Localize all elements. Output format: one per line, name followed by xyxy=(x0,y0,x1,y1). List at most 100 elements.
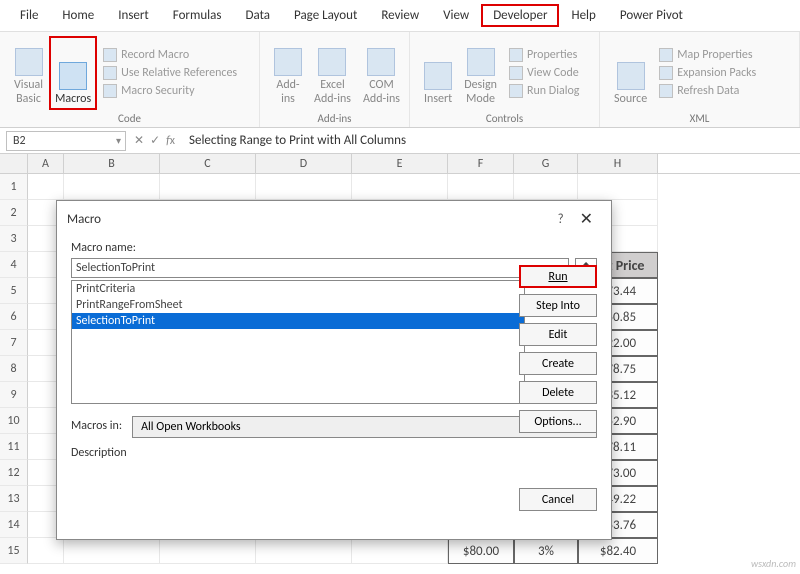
row-10[interactable]: 10 xyxy=(0,408,28,434)
macros-in-label: Macros in: xyxy=(71,419,122,433)
help-icon[interactable]: ? xyxy=(550,212,572,227)
refresh-data-button[interactable]: Refresh Data xyxy=(659,84,756,98)
cancel-button[interactable]: Cancel xyxy=(519,488,597,511)
macro-item-PrintCriteria[interactable]: PrintCriteria xyxy=(72,281,524,297)
group-label-xml: XML xyxy=(608,110,791,125)
row-14[interactable]: 14 xyxy=(0,512,28,538)
watermark: wsxdn.com xyxy=(751,557,796,570)
macro-name-input[interactable]: SelectionToPrint xyxy=(71,258,569,278)
relative-references-button[interactable]: Use Relative References xyxy=(103,66,237,80)
row-5[interactable]: 5 xyxy=(0,278,28,304)
cell-B15[interactable] xyxy=(64,538,160,564)
formula-controls: ✕ ✓ fx xyxy=(126,133,183,148)
enter-icon[interactable]: ✓ xyxy=(150,133,160,148)
row-13[interactable]: 13 xyxy=(0,486,28,512)
expansion-packs-button[interactable]: Expansion Packs xyxy=(659,66,756,80)
col-D[interactable]: D xyxy=(256,154,352,173)
row-6[interactable]: 6 xyxy=(0,304,28,330)
cell-F1[interactable] xyxy=(448,174,514,200)
select-all-corner[interactable] xyxy=(0,154,28,173)
col-A[interactable]: A xyxy=(28,154,64,173)
visual-basic-button[interactable]: Visual Basic xyxy=(8,36,49,110)
col-G[interactable]: G xyxy=(514,154,578,173)
row-8[interactable]: 8 xyxy=(0,356,28,382)
row-11[interactable]: 11 xyxy=(0,434,28,460)
xml-small-list: Map Properties Expansion Packs Refresh D… xyxy=(653,36,756,110)
cell-E15[interactable] xyxy=(352,538,448,564)
macro-listbox[interactable]: PrintCriteriaPrintRangeFromSheetSelectio… xyxy=(71,280,525,404)
col-F[interactable]: F xyxy=(448,154,514,173)
cell-B1[interactable] xyxy=(64,174,160,200)
macro-dialog: Macro ? ✕ Macro name: SelectionToPrint ⬆… xyxy=(56,200,612,540)
macro-name-label: Macro name: xyxy=(71,241,597,255)
menu-insert[interactable]: Insert xyxy=(106,4,161,27)
cell-A15[interactable] xyxy=(28,538,64,564)
cell-G1[interactable] xyxy=(514,174,578,200)
source-button[interactable]: Source xyxy=(608,36,653,110)
col-E[interactable]: E xyxy=(352,154,448,173)
menu-page-layout[interactable]: Page Layout xyxy=(282,4,369,27)
record-macro-button[interactable]: Record Macro xyxy=(103,48,237,62)
cell-C1[interactable] xyxy=(160,174,256,200)
cell-H15[interactable]: $82.40 xyxy=(578,538,658,564)
menu-file[interactable]: File xyxy=(8,4,50,27)
com-addins-button[interactable]: COM Add-ins xyxy=(357,36,406,110)
close-icon[interactable]: ✕ xyxy=(572,209,601,229)
cell-A1[interactable] xyxy=(28,174,64,200)
menu-power-pivot[interactable]: Power Pivot xyxy=(608,4,695,27)
excel-addins-button[interactable]: Excel Add-ins xyxy=(308,36,357,110)
group-label-addins: Add-ins xyxy=(268,110,401,125)
cell-F15[interactable]: $80.00 xyxy=(448,538,514,564)
ribbon-group-addins: Add- ins Excel Add-ins COM Add-ins Add-i… xyxy=(260,32,410,127)
create-button[interactable]: Create xyxy=(519,352,597,375)
macro-item-PrintRangeFromSheet[interactable]: PrintRangeFromSheet xyxy=(72,297,524,313)
addins-button[interactable]: Add- ins xyxy=(268,36,308,110)
options-button[interactable]: Options... xyxy=(519,410,597,433)
properties-button[interactable]: Properties xyxy=(509,48,579,62)
row-15[interactable]: 15 xyxy=(0,538,28,564)
menu-developer[interactable]: Developer xyxy=(481,4,559,27)
col-C[interactable]: C xyxy=(160,154,256,173)
step-into-button[interactable]: Step Into xyxy=(519,294,597,317)
cell-D1[interactable] xyxy=(256,174,352,200)
row-12[interactable]: 12 xyxy=(0,460,28,486)
map-properties-button[interactable]: Map Properties xyxy=(659,48,756,62)
cell-D15[interactable] xyxy=(256,538,352,564)
run-dialog-button[interactable]: Run Dialog xyxy=(509,84,579,98)
cancel-icon[interactable]: ✕ xyxy=(134,133,144,148)
macros-button[interactable]: Macros xyxy=(49,36,97,110)
name-box[interactable]: B2 xyxy=(6,131,126,151)
menu-bar: FileHomeInsertFormulasDataPage LayoutRev… xyxy=(0,0,800,32)
menu-formulas[interactable]: Formulas xyxy=(161,4,234,27)
menu-view[interactable]: View xyxy=(431,4,481,27)
controls-small-list: Properties View Code Run Dialog xyxy=(503,36,579,110)
view-code-button[interactable]: View Code xyxy=(509,66,579,80)
cell-E1[interactable] xyxy=(352,174,448,200)
col-H[interactable]: H xyxy=(578,154,658,173)
cell-G15[interactable]: 3% xyxy=(514,538,578,564)
col-B[interactable]: B xyxy=(64,154,160,173)
menu-review[interactable]: Review xyxy=(369,4,431,27)
row-4[interactable]: 4 xyxy=(0,252,28,278)
menu-data[interactable]: Data xyxy=(233,4,282,27)
edit-button[interactable]: Edit xyxy=(519,323,597,346)
menu-help[interactable]: Help xyxy=(559,4,607,27)
row-2[interactable]: 2 xyxy=(0,200,28,226)
row-3[interactable]: 3 xyxy=(0,226,28,252)
cell-H1[interactable] xyxy=(578,174,658,200)
design-mode-button[interactable]: Design Mode xyxy=(458,36,503,110)
ribbon-group-xml: Source Map Properties Expansion Packs Re… xyxy=(600,32,800,127)
macro-security-button[interactable]: Macro Security xyxy=(103,84,237,98)
row-1[interactable]: 1 xyxy=(0,174,28,200)
row-7[interactable]: 7 xyxy=(0,330,28,356)
cell-C15[interactable] xyxy=(160,538,256,564)
fx-icon[interactable]: fx xyxy=(166,134,175,148)
macro-item-SelectionToPrint[interactable]: SelectionToPrint xyxy=(72,313,524,329)
formula-input[interactable]: Selecting Range to Print with All Column… xyxy=(183,131,800,150)
delete-button[interactable]: Delete xyxy=(519,381,597,404)
menu-home[interactable]: Home xyxy=(50,4,106,27)
insert-control-button[interactable]: Insert xyxy=(418,36,458,110)
run-button[interactable]: Run xyxy=(519,265,597,288)
group-label-code: Code xyxy=(8,110,251,125)
row-9[interactable]: 9 xyxy=(0,382,28,408)
